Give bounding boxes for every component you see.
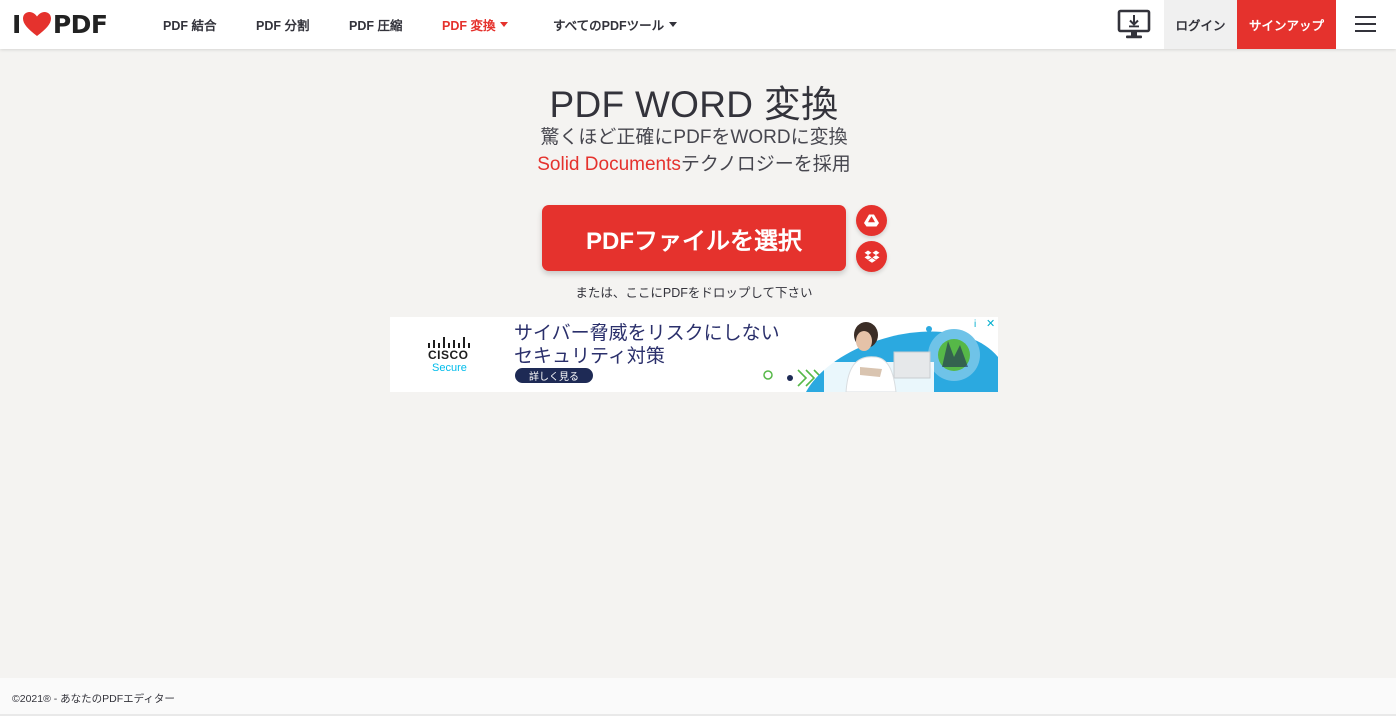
ad-headline-line2: セキュリティ対策 — [514, 346, 665, 367]
nav-merge-pdf[interactable]: PDF 結合 — [163, 0, 216, 49]
nav-convert-pdf-label: PDF 変換 — [442, 19, 496, 33]
hamburger-menu-icon[interactable] — [1355, 16, 1376, 33]
select-pdf-files-button[interactable]: PDFファイルを選択 — [542, 205, 846, 271]
ad-headline-line1: サイバー脅威をリスクにしない — [514, 323, 780, 344]
footer-copyright: ©2021® - あなたのPDFエディター — [12, 693, 175, 705]
cisco-secure-text: Secure — [432, 362, 467, 374]
ad-info-icon[interactable]: i — [974, 319, 976, 330]
page-subtitle: 驚くほど正確にPDFをWORDに変換 — [540, 127, 848, 148]
nav-convert-pdf[interactable]: PDF 変換 — [442, 0, 509, 49]
ad-headline: サイバー脅威をリスクにしない セキュリティ対策 — [514, 322, 780, 368]
ad-illustration — [763, 322, 998, 392]
ilovepdf-logo[interactable]: I PDF — [12, 9, 108, 39]
desktop-download-icon[interactable] — [1117, 9, 1151, 40]
google-drive-button[interactable] — [856, 205, 887, 236]
nav-all-pdf-tools-label: すべてのPDFツール — [553, 19, 665, 33]
dropbox-button[interactable] — [856, 241, 887, 272]
nav-compress-pdf[interactable]: PDF 圧縮 — [349, 0, 402, 49]
cisco-brand-text: CISCO — [428, 348, 469, 362]
nav-split-pdf[interactable]: PDF 分割 — [256, 0, 309, 49]
nav-compress-pdf-label: PDF 圧縮 — [349, 19, 403, 33]
nav-split-pdf-label: PDF 分割 — [256, 19, 310, 33]
nav-all-pdf-tools[interactable]: すべてのPDFツール — [553, 0, 678, 49]
caret-down-icon — [669, 22, 678, 27]
logo-word-pdf: PDF — [52, 9, 108, 39]
google-drive-icon — [864, 214, 879, 227]
logo-letter-i: I — [12, 9, 21, 39]
subtitle-technology-text: テクノロジーを採用 — [680, 154, 851, 175]
login-button[interactable]: ログイン — [1164, 0, 1237, 49]
footer: ©2021® - あなたのPDFエディター — [0, 678, 1396, 716]
page-title: PDF WORD 変換 — [549, 84, 839, 125]
top-navbar: I PDF PDF 結合 PDF 分割 PDF 圧縮 PDF 変換 すべてのPD… — [0, 0, 1396, 49]
signup-button[interactable]: サインアップ — [1237, 0, 1336, 49]
dropbox-icon — [864, 250, 879, 263]
ad-close-icon[interactable]: ✕ — [986, 317, 995, 330]
caret-down-icon — [500, 22, 509, 27]
nav-merge-pdf-label: PDF 結合 — [163, 19, 217, 33]
ad-learn-more-button[interactable]: 詳しく見る — [515, 368, 593, 383]
solid-documents-highlight: Solid Documents — [537, 154, 681, 175]
heart-icon — [22, 12, 51, 36]
drop-files-hint: または、ここにPDFをドロップして下さい — [575, 286, 813, 300]
page-subtitle-technology: Solid Documentsテクノロジーを採用 — [0, 149, 1388, 176]
ad-banner[interactable]: CISCO Secure サイバー脅威をリスクにしない セキュリティ対策 詳しく… — [390, 317, 998, 392]
